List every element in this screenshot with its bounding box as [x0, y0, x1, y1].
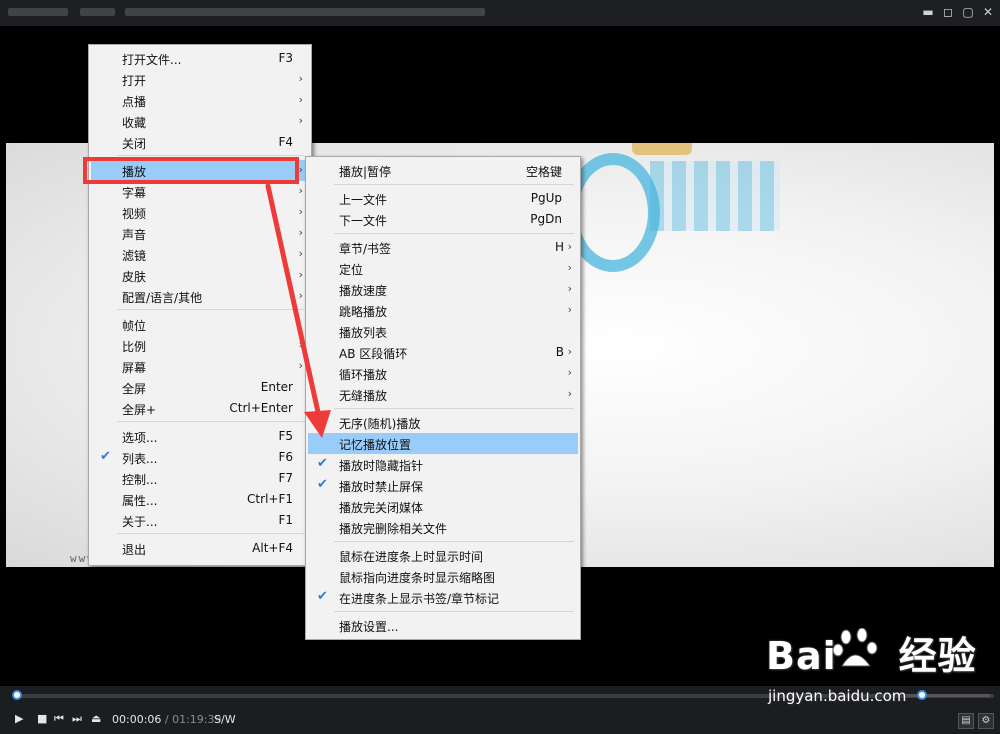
baidu-url: jingyan.baidu.com — [768, 687, 907, 705]
baidu-jingyan-text: 经验 — [898, 634, 977, 678]
decoder-mode[interactable]: S/W — [214, 713, 236, 726]
total-time: / 01:19:39 — [161, 713, 222, 726]
current-time: 00:00:06 — [112, 713, 162, 726]
time-display: 00:00:06 / 01:19:39 — [112, 713, 222, 726]
eject-icon[interactable]: ⏏ — [91, 712, 101, 725]
previous-icon[interactable]: ⏮ — [54, 712, 64, 726]
seek-handle[interactable] — [11, 690, 22, 700]
next-icon[interactable]: ⏭ — [72, 712, 82, 726]
stop-icon[interactable]: ■ — [37, 712, 47, 725]
volume-handle[interactable] — [917, 690, 927, 700]
settings-gear-icon[interactable]: ⚙ — [978, 713, 994, 729]
playlist-icon[interactable]: ▤ — [958, 713, 974, 729]
play-icon[interactable]: ▶ — [15, 712, 23, 725]
baidu-paw-icon — [832, 628, 878, 667]
baidu-brand-text: Bai — [766, 634, 837, 678]
annotation-arrow — [265, 183, 331, 438]
